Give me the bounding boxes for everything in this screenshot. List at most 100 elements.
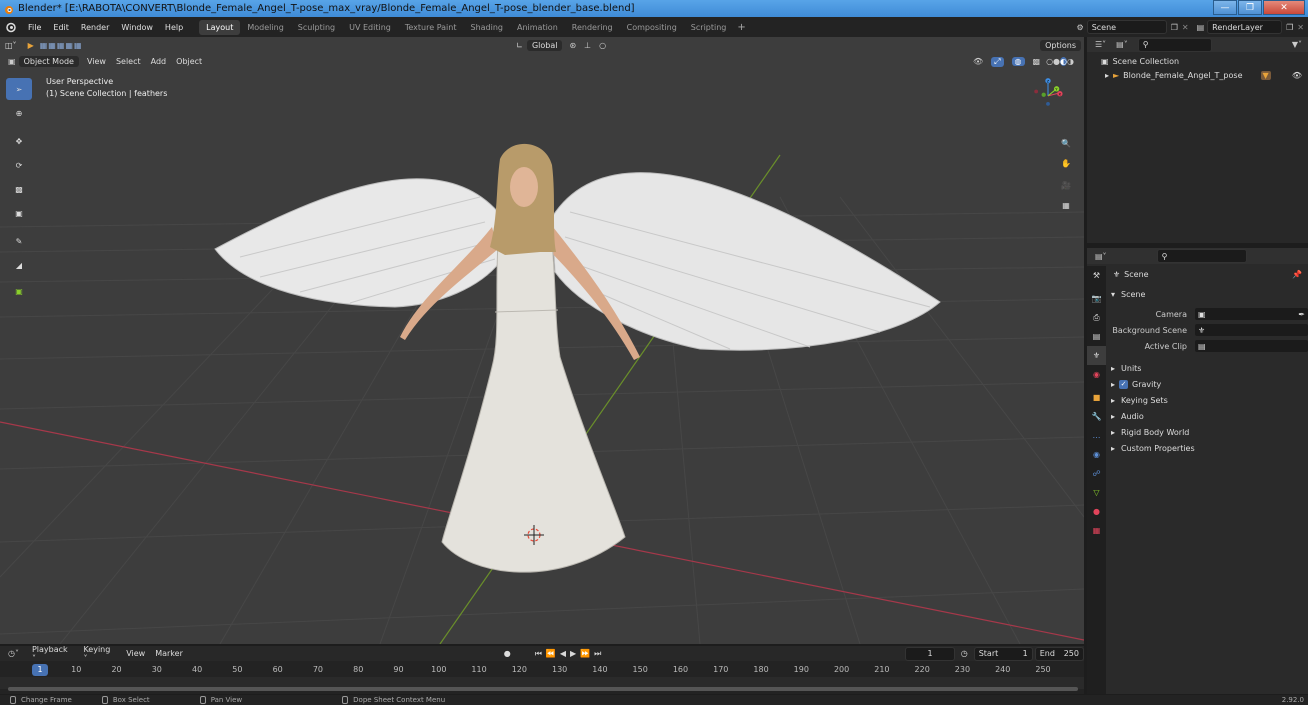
- timeline-scrollbar[interactable]: [8, 687, 1078, 691]
- clock-icon[interactable]: ◷: [961, 649, 968, 658]
- timeline-menu-marker[interactable]: Marker: [150, 649, 188, 658]
- modifier-tab-icon[interactable]: 🔧: [1087, 407, 1106, 426]
- ortho-toggle-icon[interactable]: ▦: [1056, 195, 1076, 215]
- tab-compositing[interactable]: Compositing: [620, 20, 684, 35]
- display-mode-icon[interactable]: ▤˅: [1116, 40, 1128, 49]
- panel-gravity[interactable]: ▸ ✓ Gravity: [1107, 376, 1308, 392]
- properties-search-input[interactable]: ⚲: [1156, 249, 1247, 263]
- tab-uv-editing[interactable]: UV Editing: [342, 20, 398, 35]
- close-button[interactable]: ✕: [1263, 0, 1305, 15]
- blender-menu-icon[interactable]: [0, 21, 22, 33]
- texture-tab-icon[interactable]: ▦: [1087, 521, 1106, 540]
- snapping-icon[interactable]: ⊥: [584, 41, 591, 50]
- overlay-toggle-icon[interactable]: ◍: [1011, 57, 1025, 66]
- timeline-editor-icon[interactable]: ◷˅: [8, 649, 19, 658]
- select-box-tool[interactable]: ➢: [6, 78, 32, 100]
- panel-custom-properties[interactable]: ▸ Custom Properties: [1107, 440, 1308, 456]
- gizmo-toggle-icon[interactable]: ⤢: [991, 56, 1004, 67]
- timeline-menu-view[interactable]: View: [121, 649, 150, 658]
- timeline-ruler[interactable]: 1 10 20 30 40 50 60 70 80 90 100 110 120 130 140 150 160…: [0, 663, 1084, 677]
- outliner-row-object[interactable]: ▸ ► Blonde_Female_Angel_T_pose ▼ 👁: [1087, 68, 1308, 82]
- xray-icon[interactable]: ▩: [1033, 57, 1041, 66]
- tab-scripting[interactable]: Scripting: [684, 20, 734, 35]
- tab-sculpting[interactable]: Sculpting: [291, 20, 342, 35]
- tab-shading[interactable]: Shading: [463, 20, 510, 35]
- menu-file[interactable]: File: [22, 23, 47, 32]
- tool-tab-icon[interactable]: ⚒: [1087, 266, 1106, 285]
- delete-view-layer-icon[interactable]: ✕: [1297, 23, 1304, 32]
- scene-field[interactable]: Scene: [1086, 20, 1167, 34]
- cursor-tool[interactable]: ⊕: [6, 102, 32, 124]
- proportional-edit-icon[interactable]: ○: [599, 41, 606, 50]
- rotate-tool[interactable]: ⟳: [6, 154, 32, 176]
- expand-arrow-icon[interactable]: ▸: [1105, 71, 1109, 80]
- record-icon[interactable]: ●: [504, 649, 511, 658]
- jump-keyframe-back-icon[interactable]: ⏪: [546, 649, 556, 658]
- outliner-editor-icon[interactable]: ☰˅: [1095, 40, 1106, 49]
- maximize-button[interactable]: ❐: [1238, 0, 1262, 15]
- scene-tab-icon[interactable]: ⚜: [1087, 346, 1106, 365]
- jump-start-icon[interactable]: ⏮: [535, 649, 542, 659]
- options-dropdown[interactable]: Options: [1040, 39, 1081, 51]
- play-reverse-icon[interactable]: ◀: [560, 649, 566, 658]
- active-clip-field[interactable]: ▤: [1195, 340, 1308, 352]
- viewport-menu-view[interactable]: View: [82, 57, 111, 66]
- timeline-menu-playback[interactable]: Playback ˅: [27, 645, 78, 663]
- shading-rendered-icon[interactable]: ◑: [1067, 57, 1074, 66]
- panel-audio[interactable]: ▸ Audio: [1107, 408, 1308, 424]
- panel-units[interactable]: ▸ Units: [1107, 360, 1308, 376]
- measure-tool[interactable]: ◢: [6, 254, 32, 276]
- filter-icon[interactable]: ▼˅: [1292, 40, 1302, 49]
- shading-material-icon[interactable]: ◐: [1060, 57, 1068, 66]
- select-tool-icon[interactable]: ▶: [28, 41, 34, 50]
- tab-texture-paint[interactable]: Texture Paint: [398, 20, 464, 35]
- scale-tool[interactable]: ▩: [6, 178, 32, 200]
- particles-tab-icon[interactable]: …: [1087, 426, 1106, 445]
- material-tab-icon[interactable]: ●: [1087, 502, 1106, 521]
- viewport-menu-object[interactable]: Object: [171, 57, 207, 66]
- view-layer-tab-icon[interactable]: ▤: [1087, 327, 1106, 346]
- outliner-row-scene-collection[interactable]: ▣ Scene Collection: [1087, 54, 1308, 68]
- pin-icon[interactable]: 📌: [1292, 270, 1302, 279]
- timeline-menu-keying[interactable]: Keying ˅: [78, 645, 121, 663]
- transform-tool[interactable]: ▣: [6, 202, 32, 224]
- world-tab-icon[interactable]: ◉: [1087, 365, 1106, 384]
- physics-tab-icon[interactable]: ◉: [1087, 445, 1106, 464]
- selection-mode-icons[interactable]: ▦▦▦▦▦: [40, 41, 83, 50]
- new-view-layer-icon[interactable]: ❐: [1286, 23, 1293, 32]
- mode-dropdown[interactable]: Object Mode: [18, 56, 79, 67]
- pivot-point-icon[interactable]: ⊛: [569, 41, 576, 50]
- viewport-menu-select[interactable]: Select: [111, 57, 146, 66]
- tab-modeling[interactable]: Modeling: [240, 20, 290, 35]
- play-icon[interactable]: ▶: [570, 649, 576, 658]
- pan-hand-icon[interactable]: ✋: [1056, 153, 1076, 173]
- render-tab-icon[interactable]: 📷: [1087, 289, 1106, 308]
- jump-keyframe-forward-icon[interactable]: ⏩: [580, 649, 590, 658]
- current-frame-field[interactable]: 1: [905, 646, 955, 661]
- menu-render[interactable]: Render: [75, 23, 115, 32]
- viewport-menu-add[interactable]: Add: [146, 57, 172, 66]
- data-tab-icon[interactable]: ▽: [1087, 483, 1106, 502]
- 3d-viewport[interactable]: ◫˅ ▶ ▦▦▦▦▦ ∟ Global ⊛ ⊥ ○ Options ▣ Obje…: [0, 37, 1084, 644]
- gravity-checkbox[interactable]: ✓: [1119, 379, 1129, 389]
- annotate-tool[interactable]: ✎: [6, 230, 32, 252]
- new-scene-icon[interactable]: ❐: [1171, 23, 1178, 32]
- view-layer-field[interactable]: RenderLayer: [1207, 20, 1283, 34]
- object-tab-icon[interactable]: ■: [1087, 388, 1106, 407]
- start-frame-field[interactable]: Start 1: [973, 646, 1033, 661]
- add-cube-tool[interactable]: ▣: [6, 280, 32, 302]
- jump-end-icon[interactable]: ⏭: [594, 649, 601, 659]
- output-tab-icon[interactable]: ⎙: [1087, 308, 1106, 327]
- tab-animation[interactable]: Animation: [510, 20, 565, 35]
- properties-editor-icon[interactable]: ▤˅: [1095, 252, 1107, 261]
- editor-type-icon[interactable]: ◫˅: [0, 41, 22, 50]
- eyedropper-icon[interactable]: ✒: [1298, 310, 1305, 319]
- camera-view-icon[interactable]: 🎥: [1056, 175, 1076, 195]
- tab-rendering[interactable]: Rendering: [565, 20, 620, 35]
- visibility-eye-icon[interactable]: 👁: [1292, 71, 1302, 80]
- visibility-icon[interactable]: 👁: [973, 57, 983, 66]
- transform-orientation-dropdown[interactable]: Global: [526, 39, 563, 51]
- end-frame-field[interactable]: End 250: [1034, 646, 1084, 661]
- panel-scene-header[interactable]: ▾ Scene: [1107, 286, 1308, 302]
- outliner-search-input[interactable]: ⚲: [1137, 37, 1212, 52]
